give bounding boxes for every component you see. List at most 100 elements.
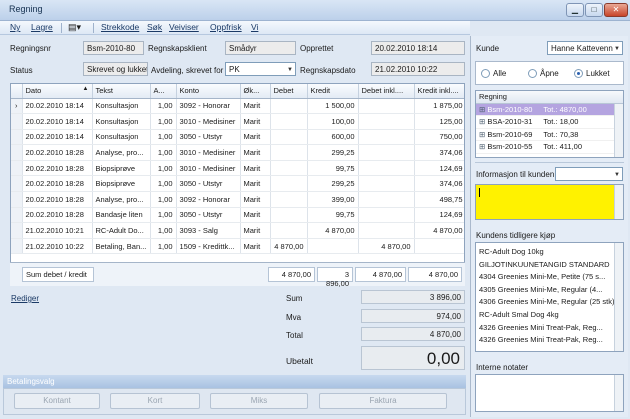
table-row[interactable]: 20.02.2010 18:28 Bandasje liten 1,00 3050 -…: [11, 207, 464, 224]
cell-debet-inkl[interactable]: [358, 222, 415, 239]
cell-okonomi[interactable]: Marit: [240, 222, 271, 239]
regning-item[interactable]: ⊞ Bsm-2010-55 Tot.: 411,00: [476, 141, 623, 154]
row-selector[interactable]: [11, 207, 23, 224]
col-header-tekst[interactable]: Tekst: [92, 84, 151, 99]
cell-tekst[interactable]: Analyse, pro...: [92, 144, 151, 161]
cell-okonomi[interactable]: Marit: [240, 98, 271, 115]
table-row[interactable]: › 20.02.2010 18:14 Konsultasjon 1,00 3092 - …: [11, 98, 464, 115]
cell-kredit[interactable]: 600,00: [307, 129, 359, 146]
regning-list[interactable]: Regning ⊞ Bsm-2010-80 Tot.: 4870,00 ⊞ BSA-…: [475, 90, 624, 158]
tidligere-scrollbar[interactable]: [614, 243, 623, 351]
faktura-button[interactable]: Faktura: [319, 393, 447, 409]
cell-debet-inkl[interactable]: [358, 160, 415, 177]
menu-oppfrisk[interactable]: Oppfrisk: [210, 22, 242, 32]
table-row[interactable]: 20.02.2010 18:28 Biopsiprøve 1,00 3010 - Me…: [11, 160, 464, 177]
cell-kredit-inkl[interactable]: 374,06: [414, 144, 464, 161]
row-selector[interactable]: [11, 113, 23, 130]
cell-antall[interactable]: 1,00: [150, 160, 177, 177]
cell-kredit[interactable]: 99,75: [307, 160, 359, 177]
table-row[interactable]: 20.02.2010 18:14 Konsultasjon 1,00 3050 - U…: [11, 129, 464, 146]
cell-konto[interactable]: 3050 - Utstyr: [176, 207, 241, 224]
cell-debet[interactable]: [270, 160, 308, 177]
table-row[interactable]: 21.02.2010 10:21 RC-Adult Do... 1,00 3093 -…: [11, 222, 464, 239]
cell-debet-inkl[interactable]: [358, 113, 415, 130]
avdeling-select[interactable]: PK ▼: [225, 62, 296, 76]
cell-tekst[interactable]: Biopsiprøve: [92, 160, 151, 177]
cell-dato[interactable]: 21.02.2010 10:21: [22, 222, 93, 239]
regning-scrollbar[interactable]: [614, 104, 623, 157]
cell-dato[interactable]: 21.02.2010 10:22: [22, 238, 93, 255]
cell-kredit[interactable]: [307, 238, 359, 255]
purchase-item[interactable]: RC-Adult Dog 10kg: [476, 246, 623, 259]
cell-antall[interactable]: 1,00: [150, 144, 177, 161]
cell-debet[interactable]: [270, 207, 308, 224]
purchase-item[interactable]: GILJOTINKUUNETANGID STANDARD: [476, 259, 623, 272]
cell-kredit-inkl[interactable]: 1 875,00: [414, 98, 464, 115]
cell-kredit-inkl[interactable]: 125,00: [414, 113, 464, 130]
cell-konto[interactable]: 1509 - Kredittk...: [176, 238, 241, 255]
row-selector[interactable]: [11, 160, 23, 177]
cell-antall[interactable]: 1,00: [150, 98, 177, 115]
close-button[interactable]: ✕: [604, 3, 628, 17]
row-selector[interactable]: [11, 238, 23, 255]
cell-konto[interactable]: 3050 - Utstyr: [176, 175, 241, 193]
cell-okonomi[interactable]: Marit: [240, 144, 271, 161]
purchase-item[interactable]: 4304 Greenies Mini-Me, Petite (75 s...: [476, 271, 623, 284]
cell-okonomi[interactable]: Marit: [240, 207, 271, 224]
radio-apne[interactable]: [528, 69, 537, 78]
cell-tekst[interactable]: Biopsiprøve: [92, 175, 151, 193]
cell-debet[interactable]: [270, 129, 308, 146]
regning-item[interactable]: ⊞ BSA-2010-31 Tot.: 18,00: [476, 116, 623, 129]
table-row[interactable]: 20.02.2010 18:28 Analyse, pro... 1,00 3010 …: [11, 144, 464, 161]
cell-debet[interactable]: 4 870,00: [270, 238, 308, 255]
cell-antall[interactable]: 1,00: [150, 113, 177, 130]
cell-dato[interactable]: 20.02.2010 18:14: [22, 113, 93, 130]
cell-debet-inkl[interactable]: [358, 129, 415, 146]
cell-debet[interactable]: [270, 191, 308, 208]
cell-kredit[interactable]: 4 870,00: [307, 222, 359, 239]
purchase-item[interactable]: 4305 Greenies Mini-Me, Regular (4...: [476, 284, 623, 297]
regning-item[interactable]: ⊞ Bsm-2010-69 Tot.: 70,38: [476, 129, 623, 142]
cell-antall[interactable]: 1,00: [150, 129, 177, 146]
cell-kredit[interactable]: 299,25: [307, 144, 359, 161]
cell-debet[interactable]: [270, 175, 308, 193]
cell-dato[interactable]: 20.02.2010 18:28: [22, 191, 93, 208]
cell-antall[interactable]: 1,00: [150, 191, 177, 208]
menu-lagre[interactable]: Lagre: [31, 22, 53, 32]
status-field[interactable]: Skrevet og lukket: [83, 62, 148, 76]
cell-debet[interactable]: [270, 144, 308, 161]
cell-konto[interactable]: 3010 - Medisiner: [176, 160, 241, 177]
row-selector[interactable]: [11, 191, 23, 208]
table-row[interactable]: 20.02.2010 18:28 Biopsiprøve 1,00 3050 - Ut…: [11, 175, 464, 193]
purchase-item[interactable]: 4326 Greenies Mini Treat-Pak, Reg...: [476, 334, 623, 347]
rediger-link[interactable]: Rediger: [11, 294, 39, 303]
cell-tekst[interactable]: Konsultasjon: [92, 98, 151, 115]
cell-okonomi[interactable]: Marit: [240, 160, 271, 177]
expand-plus-icon[interactable]: ⊞: [479, 117, 487, 126]
cell-debet[interactable]: [270, 222, 308, 239]
col-header-dato[interactable]: Dato ▲: [22, 84, 93, 99]
cell-antall[interactable]: 1,00: [150, 175, 177, 193]
col-header-konto[interactable]: Konto: [176, 84, 241, 99]
radio-alle[interactable]: [481, 69, 490, 78]
row-selector[interactable]: [11, 129, 23, 146]
purchase-item[interactable]: 4326 Greenies Mini Treat-Pak, Reg...: [476, 322, 623, 335]
cell-dato[interactable]: 20.02.2010 18:28: [22, 175, 93, 193]
opprettet-field[interactable]: 20.02.2010 18:14: [371, 41, 465, 55]
cell-kredit-inkl[interactable]: 374,06: [414, 175, 464, 193]
cell-okonomi[interactable]: Marit: [240, 191, 271, 208]
cell-dato[interactable]: 20.02.2010 18:28: [22, 144, 93, 161]
cell-konto[interactable]: 3092 - Honorar: [176, 98, 241, 115]
cell-konto[interactable]: 3092 - Honorar: [176, 191, 241, 208]
cell-okonomi[interactable]: Marit: [240, 113, 271, 130]
cell-kredit-inkl[interactable]: 124,69: [414, 160, 464, 177]
col-header-kredit-inkl[interactable]: Kredit inkl....: [414, 84, 464, 99]
cell-antall[interactable]: 1,00: [150, 238, 177, 255]
cell-konto[interactable]: 3050 - Utstyr: [176, 129, 241, 146]
cell-kredit-inkl[interactable]: 750,00: [414, 129, 464, 146]
regnskapsdato-field[interactable]: 21.02.2010 10:22: [371, 62, 465, 76]
cell-debet-inkl[interactable]: [358, 191, 415, 208]
maximize-button[interactable]: □: [585, 3, 603, 17]
col-header-okonomi[interactable]: Øk...: [240, 84, 271, 99]
cell-kredit-inkl[interactable]: 4 870,00: [414, 222, 464, 239]
